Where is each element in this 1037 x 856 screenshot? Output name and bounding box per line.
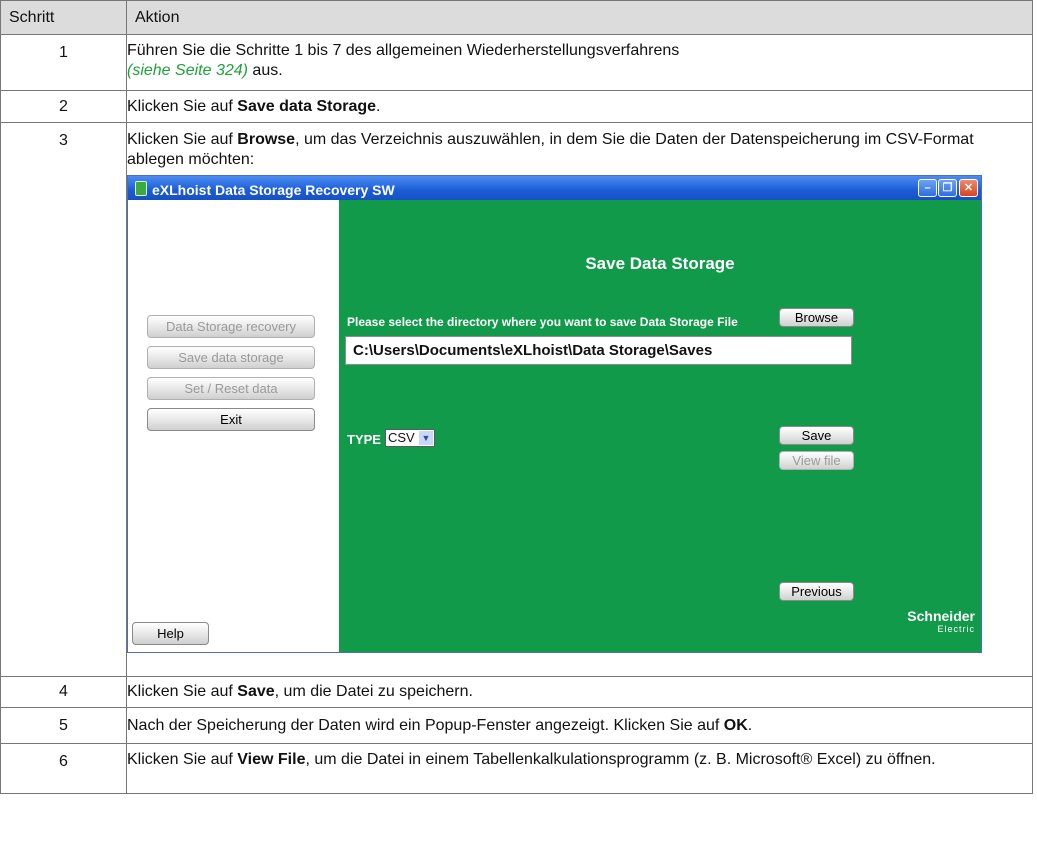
type-select[interactable]: CSV ▼ <box>385 429 435 447</box>
table-row: 5 Nach der Speicherung der Daten wird ei… <box>0 707 1033 744</box>
table-row: 2 Klicken Sie auf Save data Storage. <box>0 90 1033 123</box>
main-panel: Save Data Storage Please select the dire… <box>339 200 981 652</box>
brand-sub: Electric <box>937 624 975 634</box>
view-file-button[interactable]: View file <box>779 451 854 470</box>
action-text-part: Klicken Sie auf <box>127 97 238 115</box>
action-text-part: Klicken Sie auf <box>127 751 238 768</box>
table-header-row: Schritt Aktion <box>0 0 1033 35</box>
action-bold-term: Browse <box>237 131 296 148</box>
action-text: Nach der Speicherung der Daten wird ein … <box>126 707 1033 744</box>
type-label: TYPE <box>347 432 381 447</box>
page-reference-link[interactable]: (siehe Seite 324) <box>127 62 248 79</box>
exit-button[interactable]: Exit <box>147 408 315 431</box>
step-number: 2 <box>0 90 127 123</box>
close-icon[interactable]: ✕ <box>959 179 978 197</box>
step-number: 4 <box>0 676 127 708</box>
action-text-part: aus. <box>247 62 283 79</box>
action-text-part: . <box>747 716 753 734</box>
action-bold-term: OK <box>723 716 748 734</box>
table-row: 1 Führen Sie die Schritte 1 bis 7 des al… <box>0 34 1033 91</box>
step-number: 3 <box>0 122 127 677</box>
action-text: Klicken Sie auf Browse, um das Verzeichn… <box>126 122 1033 677</box>
action-text-part: , um die Datei in einem Tabellenkalkulat… <box>305 751 936 768</box>
screen-title: Save Data Storage <box>585 254 735 273</box>
action-text: Führen Sie die Schritte 1 bis 7 des allg… <box>126 34 1033 91</box>
table-row: 4 Klicken Sie auf Save, um die Datei zu … <box>0 676 1033 708</box>
action-text-part: , um die Datei zu speichern. <box>274 683 473 700</box>
step-number: 5 <box>0 707 127 744</box>
header-step: Schritt <box>0 0 127 35</box>
action-bold-term: Save <box>237 683 275 700</box>
directory-prompt: Please select the directory where you wa… <box>347 315 738 329</box>
save-button[interactable]: Save <box>779 426 854 445</box>
action-text-part: Nach der Speicherung der Daten wird ein … <box>127 716 724 734</box>
step-number: 6 <box>0 743 127 794</box>
browse-button[interactable]: Browse <box>779 308 854 327</box>
action-text-part: . <box>376 97 381 115</box>
step-number: 1 <box>0 34 127 91</box>
minimize-icon[interactable]: – <box>918 179 937 197</box>
set-reset-data-button[interactable]: Set / Reset data <box>147 377 315 400</box>
schneider-electric-logo: Schneider Electric <box>907 608 975 636</box>
procedure-table: Schritt Aktion 1 Führen Sie die Schritte… <box>0 0 1033 794</box>
window-titlebar[interactable]: eXLhoist Data Storage Recovery SW – ❐ ✕ <box>128 176 981 200</box>
help-button[interactable]: Help <box>132 622 209 645</box>
left-panel: Data Storage recovery Save data storage … <box>128 200 339 652</box>
previous-button[interactable]: Previous <box>779 582 854 601</box>
app-icon <box>135 181 147 196</box>
directory-path-field[interactable]: C:\Users\Documents\eXLhoist\Data Storage… <box>345 336 852 365</box>
action-text-part: Klicken Sie auf <box>127 683 238 700</box>
data-storage-recovery-button[interactable]: Data Storage recovery <box>147 315 315 338</box>
action-text: Klicken Sie auf View File, um die Datei … <box>126 743 1033 794</box>
header-action: Aktion <box>126 0 1033 35</box>
type-select-value: CSV <box>388 430 415 445</box>
window-title: eXLhoist Data Storage Recovery SW <box>152 182 395 198</box>
brand-name: Schneider <box>907 608 975 624</box>
app-window: eXLhoist Data Storage Recovery SW – ❐ ✕ … <box>127 175 982 653</box>
action-text: Klicken Sie auf Save, um die Datei zu sp… <box>126 676 1033 708</box>
action-text-part: Führen Sie die Schritte 1 bis 7 des allg… <box>127 42 680 59</box>
chevron-down-icon: ▼ <box>419 431 433 445</box>
save-data-storage-button[interactable]: Save data storage <box>147 346 315 369</box>
action-bold-term: View File <box>237 751 306 768</box>
action-bold-term: Save data Storage <box>237 97 377 115</box>
action-text: Klicken Sie auf Save data Storage. <box>126 90 1033 123</box>
table-row: 3 Klicken Sie auf Browse, um das Verzeic… <box>0 122 1033 677</box>
maximize-icon[interactable]: ❐ <box>938 179 957 197</box>
action-text-part: Klicken Sie auf <box>127 131 238 148</box>
table-row: 6 Klicken Sie auf View File, um die Date… <box>0 743 1033 794</box>
